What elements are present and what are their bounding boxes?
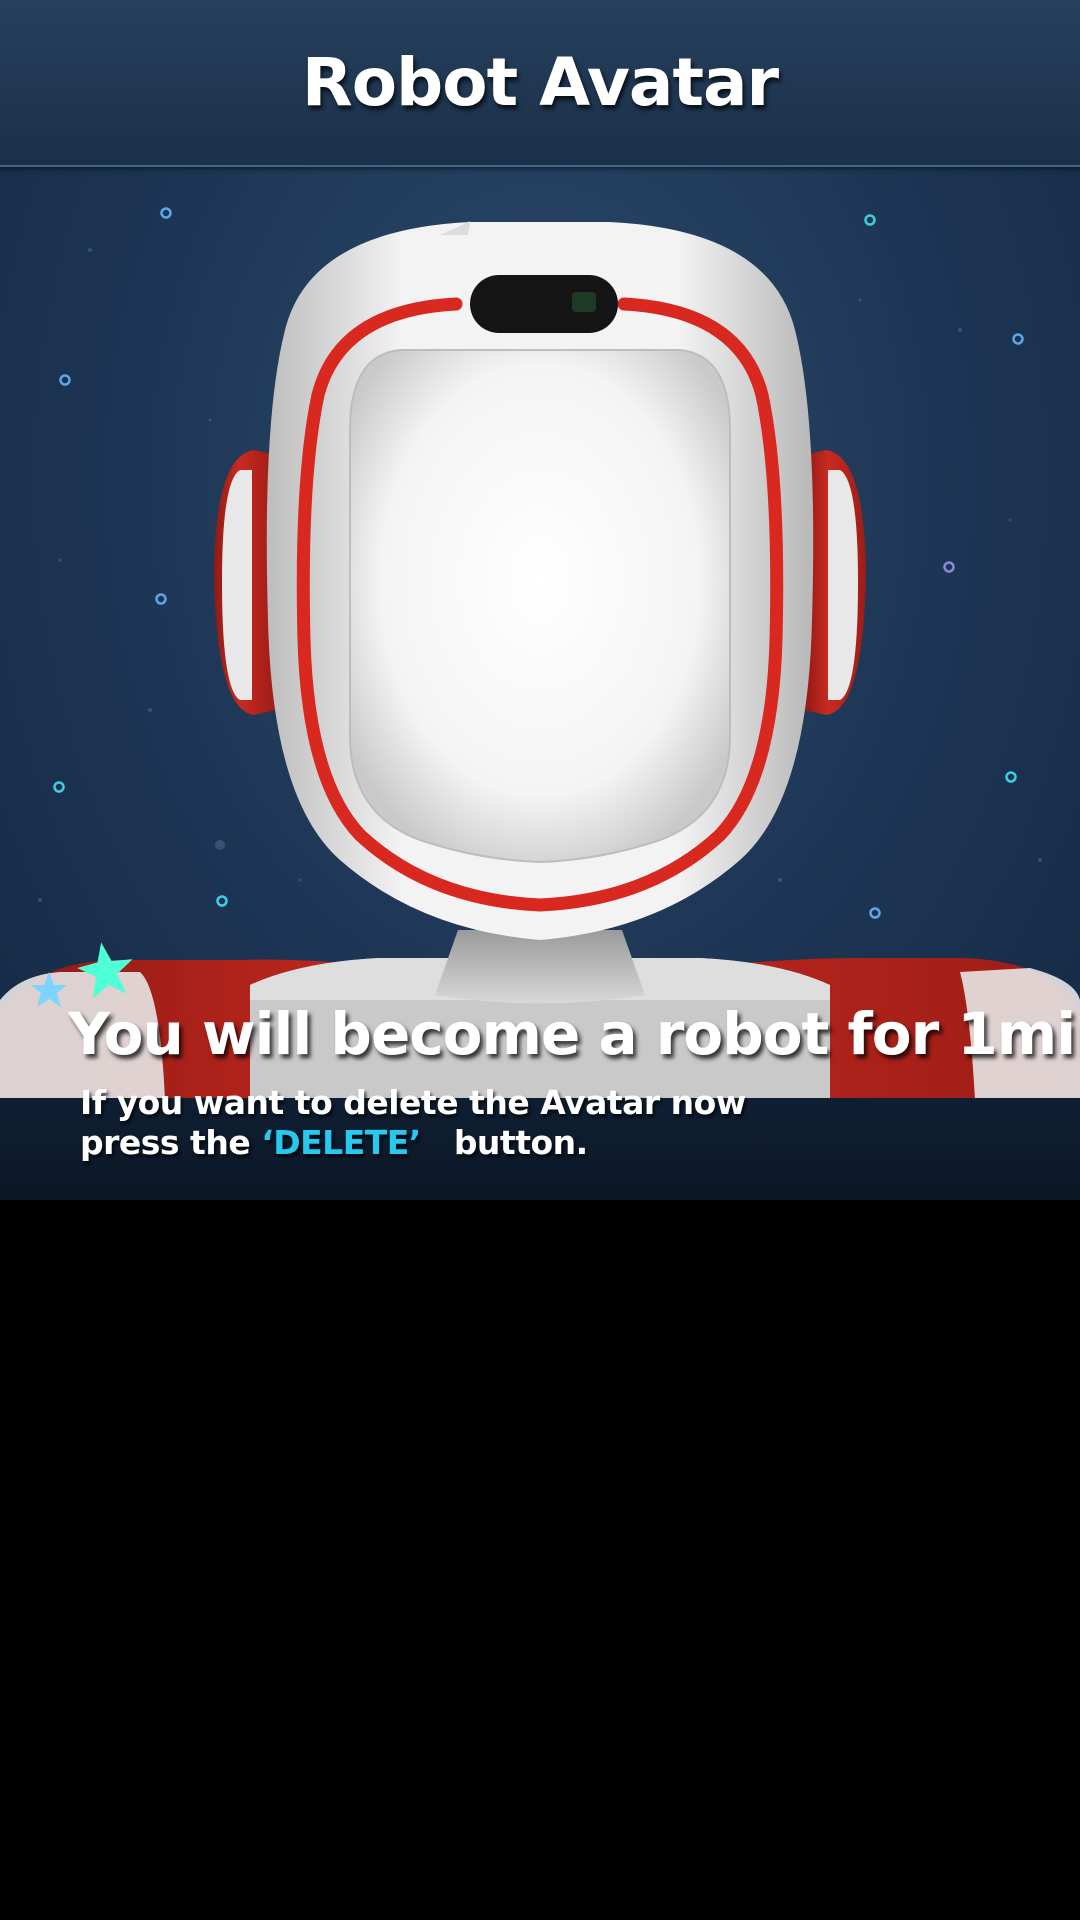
robot-neck <box>435 930 645 1004</box>
robot-face-screen <box>349 349 731 864</box>
robot-avatar-screen: Robot Avatar You will become a robot for… <box>0 0 1080 1200</box>
delete-keyword: ‘DELETE’ <box>261 1123 421 1162</box>
header-bar: Robot Avatar <box>0 0 1080 167</box>
headline-text: You will become a robot for 1min. <box>68 1000 1080 1068</box>
instruction-text: If you want to delete the Avatar now pre… <box>80 1083 980 1163</box>
instruction-prefix: press the <box>80 1123 262 1162</box>
instruction-suffix: button. <box>453 1123 588 1162</box>
instruction-line-1: If you want to delete the Avatar now <box>80 1083 746 1122</box>
page-title: Robot Avatar <box>301 44 779 121</box>
instruction-line-2: press the ‘DELETE’ button. <box>80 1123 980 1163</box>
